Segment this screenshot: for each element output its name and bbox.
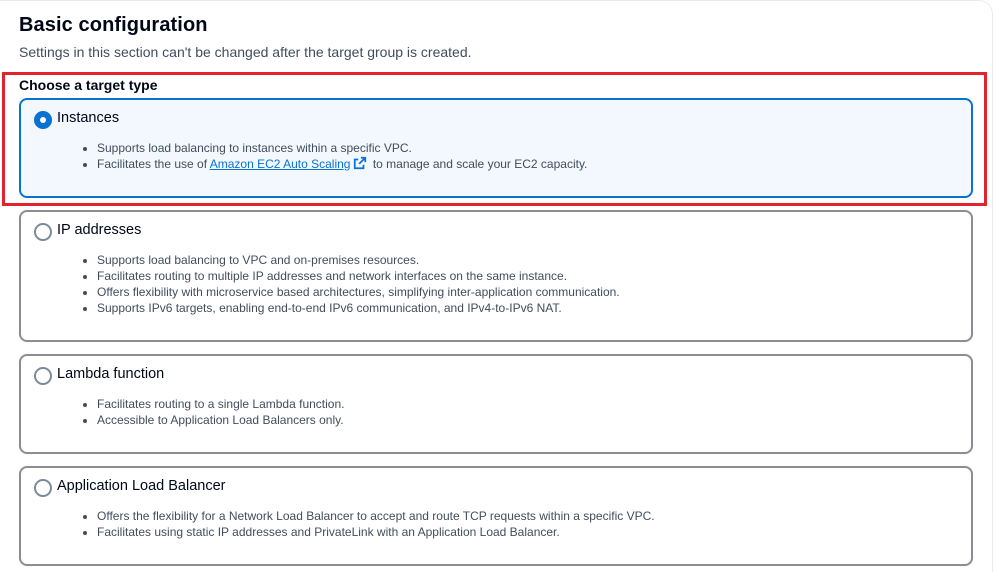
option-title-application-load-balancer: Application Load Balancer	[57, 478, 226, 494]
radio-application-load-balancer[interactable]	[34, 479, 52, 497]
bullet-item: Offers flexibility with microservice bas…	[97, 284, 620, 300]
option-bullets-lambda-function: Facilitates routing to a single Lambda f…	[79, 396, 344, 428]
bullet-item: Offers the flexibility for a Network Loa…	[97, 508, 655, 524]
section-subtitle: Settings in this section can't be change…	[19, 44, 472, 60]
bullet-item: Supports IPv6 targets, enabling end-to-e…	[97, 300, 620, 316]
target-type-option-lambda-function[interactable]: Lambda function Facilitates routing to a…	[19, 354, 973, 454]
highlight-annotation-box	[2, 72, 987, 206]
bullet-item: Facilitates routing to multiple IP addre…	[97, 268, 620, 284]
basic-configuration-panel: Basic configuration Settings in this sec…	[0, 0, 993, 572]
option-bullets-ip-addresses: Supports load balancing to VPC and on-pr…	[79, 252, 620, 316]
bullet-item: Supports load balancing to VPC and on-pr…	[97, 252, 620, 268]
radio-ip-addresses[interactable]	[34, 223, 52, 241]
target-type-option-ip-addresses[interactable]: IP addresses Supports load balancing to …	[19, 210, 973, 342]
bullet-item: Accessible to Application Load Balancers…	[97, 412, 344, 428]
radio-lambda-function[interactable]	[34, 367, 52, 385]
bullet-item: Facilitates routing to a single Lambda f…	[97, 396, 344, 412]
target-type-option-application-load-balancer[interactable]: Application Load Balancer Offers the fle…	[19, 466, 973, 566]
option-title-ip-addresses: IP addresses	[57, 222, 142, 238]
option-title-lambda-function: Lambda function	[57, 366, 165, 382]
bullet-item: Facilitates using static IP addresses an…	[97, 524, 655, 540]
section-title: Basic configuration	[19, 14, 208, 36]
option-bullets-application-load-balancer: Offers the flexibility for a Network Loa…	[79, 508, 655, 540]
